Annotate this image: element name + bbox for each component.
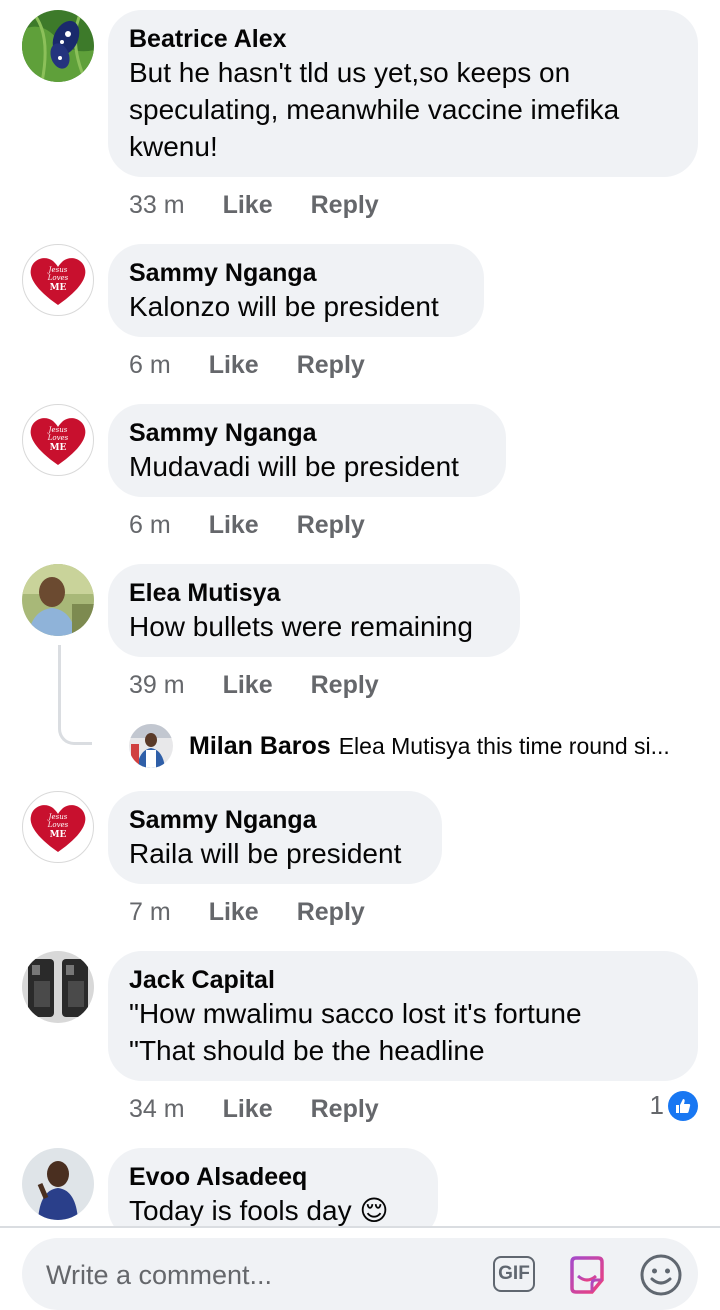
comment-author[interactable]: Sammy Nganga (129, 258, 462, 288)
comment-author[interactable]: Evoo Alsadeeq (129, 1162, 416, 1192)
emoji-button[interactable] (638, 1252, 684, 1298)
sticker-icon (570, 1256, 604, 1294)
comment-text-line: Today is fools day 😌 (129, 1195, 389, 1226)
avatar[interactable] (22, 10, 94, 82)
comment-actions: 33 m Like Reply (129, 190, 417, 220)
reply-thread-line (58, 645, 92, 745)
comment-bubble[interactable]: Sammy Nganga Raila will be president (108, 791, 442, 884)
comment-text-line: Raila will be president (129, 838, 402, 869)
comment-actions: 6 m Like Reply (129, 350, 403, 380)
comment-composer: GIF (22, 1238, 698, 1310)
comment-author[interactable]: Jack Capital (129, 965, 676, 995)
avatar[interactable]: Jesus Loves ME (22, 244, 94, 316)
comment-text-line: "How mwalimu sacco lost it's fortune (129, 998, 582, 1029)
comment-input[interactable] (44, 1252, 468, 1298)
sticker-button[interactable] (564, 1252, 610, 1298)
reply-link[interactable]: Reply (297, 897, 365, 927)
comment-text-line: How bullets were remaining (129, 611, 473, 642)
reply-link[interactable]: Reply (311, 670, 379, 700)
comment-text-line: "That should be the headline (129, 1035, 485, 1066)
comment-bubble[interactable]: Sammy Nganga Kalonzo will be president (108, 244, 484, 337)
like-link[interactable]: Like (209, 897, 259, 927)
svg-text:Jesus: Jesus (47, 426, 68, 434)
svg-text:ME: ME (50, 443, 67, 453)
comment-author[interactable]: Elea Mutisya (129, 578, 498, 608)
svg-text:ME: ME (50, 283, 67, 293)
avatar[interactable] (22, 1148, 94, 1220)
like-link[interactable]: Like (209, 510, 259, 540)
comment-actions: 7 m Like Reply (129, 897, 403, 927)
reply-link[interactable]: Reply (311, 190, 379, 220)
reply-link[interactable]: Reply (311, 1094, 379, 1124)
comment-bubble[interactable]: Elea Mutisya How bullets were remaining (108, 564, 520, 657)
comment-bubble[interactable]: Evoo Alsadeeq Today is fools day 😌 (108, 1148, 438, 1228)
reply-preview[interactable]: Milan Baros Elea Mutisya this time round… (129, 723, 670, 769)
like-link[interactable]: Like (223, 670, 273, 700)
comment-actions: 34 m Like Reply (129, 1094, 417, 1124)
comment-actions: 39 m Like Reply (129, 670, 417, 700)
comment-author[interactable]: Beatrice Alex (129, 24, 676, 54)
avatar[interactable]: Jesus Loves ME (22, 404, 94, 476)
comment-time: 34 m (129, 1095, 185, 1123)
comment-bubble[interactable]: Sammy Nganga Mudavadi will be president (108, 404, 506, 497)
avatar[interactable]: Jesus Loves ME (22, 791, 94, 863)
thumbs-up-icon (668, 1090, 698, 1121)
avatar[interactable] (22, 951, 94, 1023)
comment-actions: 6 m Like Reply (129, 510, 403, 540)
reaction-count: 1 (649, 1090, 664, 1120)
smiley-icon (640, 1254, 682, 1296)
svg-text:Loves: Loves (47, 274, 69, 282)
reaction-summary[interactable]: 1 (650, 1090, 698, 1121)
comment-time: 6 m (129, 351, 171, 379)
reply-link[interactable]: Reply (297, 510, 365, 540)
gif-button[interactable]: GIF (493, 1256, 535, 1292)
svg-text:Loves: Loves (47, 434, 69, 442)
like-link[interactable]: Like (223, 190, 273, 220)
comment-time: 7 m (129, 898, 171, 926)
avatar[interactable] (22, 564, 94, 636)
comment-text-line: But he hasn't tld us yet,so keeps on (129, 57, 571, 88)
comment-bubble[interactable]: Jack Capital "How mwalimu sacco lost it'… (108, 951, 698, 1081)
comment-author[interactable]: Sammy Nganga (129, 805, 420, 835)
comment-author[interactable]: Sammy Nganga (129, 418, 484, 448)
comment-text-line: Mudavadi will be president (129, 451, 459, 482)
reply-snippet: Elea Mutisya this time round si... (338, 732, 670, 759)
like-link[interactable]: Like (223, 1094, 273, 1124)
like-link[interactable]: Like (209, 350, 259, 380)
comment-time: 33 m (129, 191, 185, 219)
svg-text:Loves: Loves (47, 821, 69, 829)
svg-text:ME: ME (50, 830, 67, 840)
comments-list: Beatrice Alex But he hasn't tld us yet,s… (0, 0, 720, 1228)
comment-text-line: kwenu! (129, 131, 218, 162)
comment-text-line: Kalonzo will be president (129, 291, 439, 322)
comment-bubble[interactable]: Beatrice Alex But he hasn't tld us yet,s… (108, 10, 698, 177)
reply-link[interactable]: Reply (297, 350, 365, 380)
reply-author[interactable]: Milan Baros (189, 732, 331, 761)
comment-time: 6 m (129, 511, 171, 539)
comment-time: 39 m (129, 671, 185, 699)
composer-divider (0, 1226, 720, 1228)
comment-text-line: speculating, meanwhile vaccine imefika (129, 94, 620, 125)
svg-text:Jesus: Jesus (47, 266, 68, 274)
svg-text:Jesus: Jesus (47, 813, 68, 821)
avatar[interactable] (129, 724, 173, 768)
